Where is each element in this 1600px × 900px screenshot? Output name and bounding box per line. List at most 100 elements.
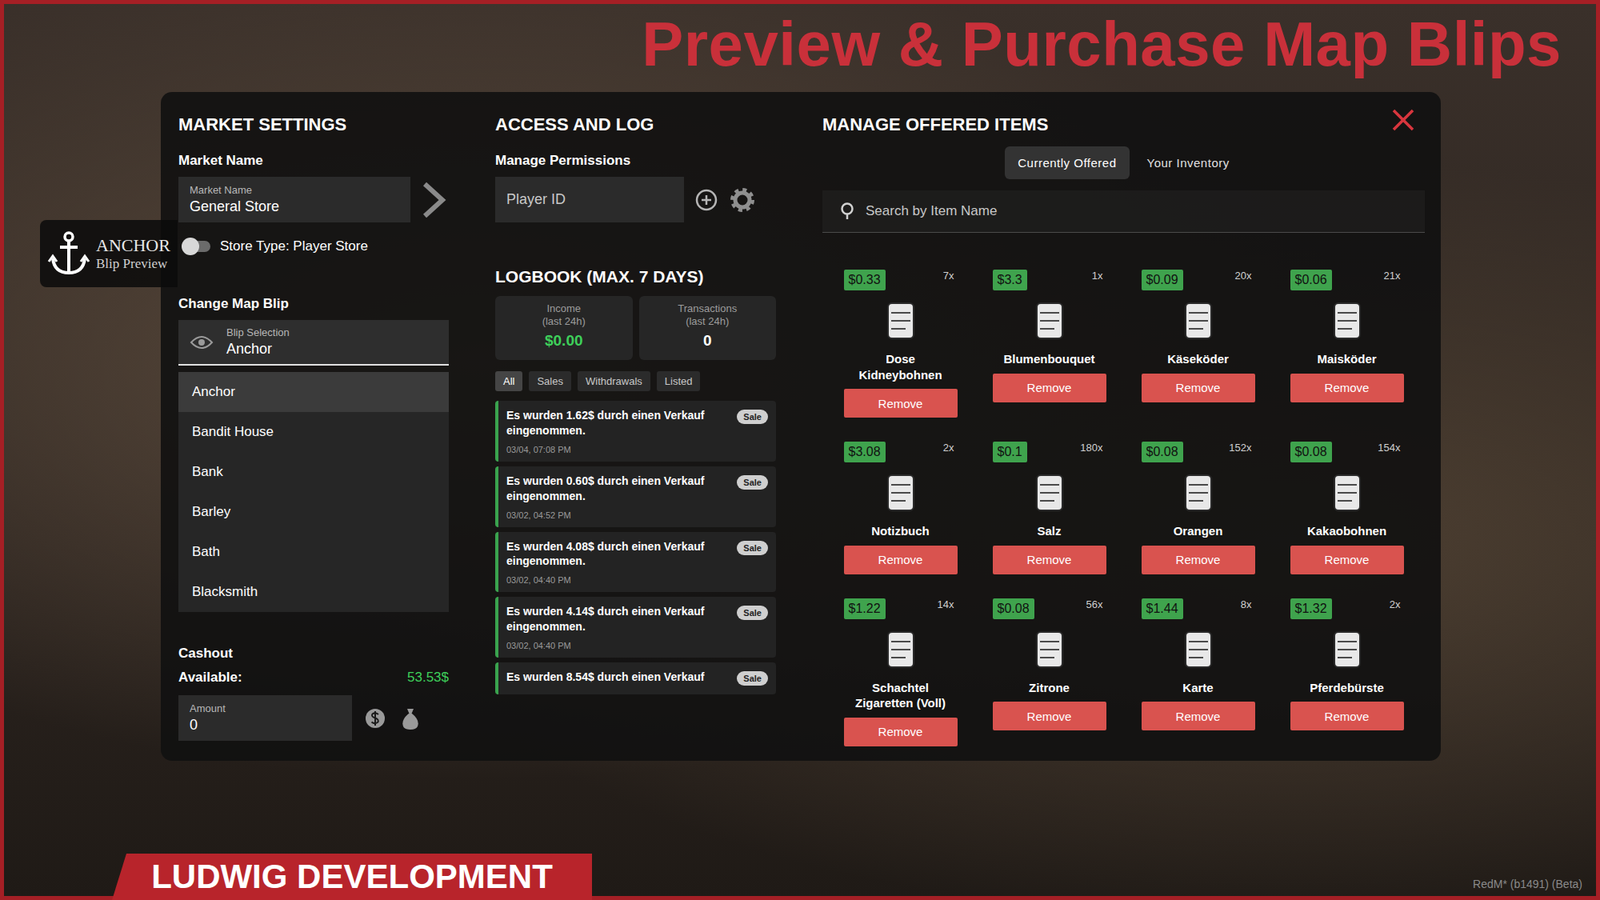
gear-icon[interactable] [728, 186, 756, 214]
blip-option[interactable]: Bank [178, 452, 449, 492]
entry-date: 03/02, 04:52 PM [506, 510, 731, 520]
remove-button[interactable]: Remove [844, 388, 958, 418]
remove-button[interactable]: Remove [844, 717, 958, 747]
item-name: Notizbuch [871, 523, 930, 540]
item-price: $0.1 [992, 441, 1028, 463]
entry-date: 03/02, 04:40 PM [506, 575, 731, 585]
market-settings: MARKET SETTINGSMarket NameMarket NameGen… [178, 114, 449, 741]
chevron-right-icon[interactable] [416, 180, 449, 220]
plus-icon[interactable] [695, 188, 718, 212]
screen: Preview & Purchase Map BlipsMARKET SETTI… [0, 0, 1600, 900]
blip-select[interactable]: Blip SelectionAnchor [178, 320, 449, 366]
manage-offered-items: MANAGE OFFERED ITEMSCurrently OfferedYou… [822, 114, 1425, 747]
item-qty: 2x [943, 441, 955, 454]
item-top: $0.08154x [1290, 441, 1404, 463]
frame-border [0, 0, 1600, 900]
filter-chip[interactable]: Sales [528, 371, 572, 392]
item-card: $1.2214x Schachtel Zigaretten (Voll) Remov… [844, 598, 958, 747]
item-icon [875, 624, 927, 676]
money-bag-icon[interactable] [398, 705, 423, 732]
brand-text: LUDWIG DEVELOPMENT [151, 857, 553, 896]
blip-option[interactable]: Barley [178, 492, 449, 532]
item-qty: 1x [1092, 269, 1104, 282]
item-card: $0.0856xZitroneRemove [992, 598, 1107, 747]
item-qty: 2x [1389, 598, 1401, 611]
item-search[interactable]: Search by Item Name [822, 190, 1425, 233]
blip-option[interactable]: Blacksmith [178, 572, 449, 612]
item-tab[interactable]: Your Inventory [1134, 146, 1243, 180]
item-name: Pferdebürste [1309, 680, 1384, 696]
remove-button[interactable]: Remove [992, 373, 1107, 403]
blip-dropdown: AnchorBandit HouseBankBarleyBathBlacksmi… [178, 372, 449, 612]
section-title: ACCESS AND LOG [495, 114, 776, 136]
remove-button[interactable]: Remove [1290, 701, 1404, 731]
item-qty: 152x [1228, 441, 1252, 454]
remove-button[interactable]: Remove [992, 701, 1107, 731]
item-price: $1.44 [1141, 598, 1184, 620]
item-price: $0.08 [992, 598, 1035, 620]
player-id-input[interactable]: Player ID [495, 176, 684, 223]
dollar-icon[interactable] [363, 706, 388, 731]
item-name: Blumenbouquet [1003, 351, 1095, 368]
entry-badge: Sale [736, 540, 768, 556]
remove-button[interactable]: Remove [992, 545, 1107, 575]
remove-button[interactable]: Remove [1290, 545, 1404, 575]
item-top: $0.0621x [1290, 269, 1404, 291]
log-entry: Es wurden 0.60$ durch einen Verkauf eing… [495, 466, 776, 528]
remove-button[interactable]: Remove [1141, 545, 1256, 575]
remove-button[interactable]: Remove [1141, 373, 1256, 403]
item-icon [1172, 295, 1224, 347]
amount-field[interactable]: Amount0 [178, 695, 352, 741]
stat-sub: (last 24h) [542, 315, 586, 328]
item-name: Käseköder [1167, 351, 1229, 368]
blip-option[interactable]: Anchor [178, 372, 449, 412]
entry-text: Es wurden 8.54$ durch einen Verkauf [506, 669, 704, 685]
item-icon [1321, 467, 1373, 519]
store-type-toggle[interactable] [183, 240, 211, 252]
item-card: $0.337xDose KidneybohnenRemove [844, 269, 958, 418]
remove-button[interactable]: Remove [844, 545, 958, 575]
close-icon[interactable] [1391, 108, 1416, 132]
search-icon [840, 201, 856, 221]
market-name-field[interactable]: Market NameGeneral Store [178, 176, 411, 223]
blip-option[interactable]: Bandit House [178, 412, 449, 452]
entry-text: Es wurden 0.60$ durch einen Verkauf eing… [506, 473, 731, 504]
stat-value: 0 [703, 332, 712, 350]
entry-date: 03/04, 07:08 PM [506, 444, 731, 455]
entry-badge: Sale [736, 475, 768, 490]
item-top: $3.31x [992, 269, 1107, 291]
filter-chip[interactable]: Listed [656, 371, 701, 392]
filter-chip[interactable]: All [495, 371, 523, 392]
item-card: $0.0621xMaisköderRemove [1290, 269, 1404, 418]
item-icon [1024, 624, 1076, 676]
entry-body: Es wurden 8.54$ durch einen Verkauf [506, 669, 704, 685]
blip-option[interactable]: Bath [178, 532, 449, 572]
entry-badge: Sale [736, 671, 768, 686]
log-stats: Income(last 24h)$0.00Transactions(last 2… [495, 296, 776, 360]
brand-banner: LUDWIG DEVELOPMENT [112, 853, 592, 900]
item-name: Kakaobohnen [1307, 523, 1387, 540]
eye-icon[interactable] [189, 334, 214, 351]
item-name: Schachtel Zigaretten (Voll) [844, 680, 958, 712]
remove-button[interactable]: Remove [1141, 701, 1256, 731]
item-price: $0.08 [1141, 441, 1184, 463]
log-filters: AllSalesWithdrawalsListed [495, 371, 776, 392]
item-top: $1.2214x [844, 598, 958, 620]
logbook-title: LOGBOOK (MAX. 7 DAYS) [495, 267, 776, 287]
item-card: $1.448xKarteRemove [1141, 598, 1256, 747]
stat-sub: (last 24h) [685, 315, 729, 328]
item-tab[interactable]: Currently Offered [1004, 146, 1129, 180]
store-type-row: Store Type: Player Store [183, 238, 449, 255]
available-row: Available:53.53$ [178, 669, 449, 686]
blip-label: Blip Preview [96, 256, 171, 272]
cashout-label: Cashout [178, 645, 449, 662]
stat-label: Transactions [677, 302, 737, 316]
entry-badge: Sale [736, 409, 768, 424]
item-name: Dose Kidneybohnen [844, 351, 958, 383]
filter-chip[interactable]: Withdrawals [577, 371, 651, 392]
market-panel: MARKET SETTINGSMarket NameMarket NameGen… [160, 92, 1441, 761]
stat-box: Income(last 24h)$0.00 [495, 296, 633, 360]
remove-button[interactable]: Remove [1290, 373, 1404, 403]
item-card: $0.08152xOrangenRemove [1141, 441, 1256, 575]
item-price: $0.33 [844, 269, 886, 291]
